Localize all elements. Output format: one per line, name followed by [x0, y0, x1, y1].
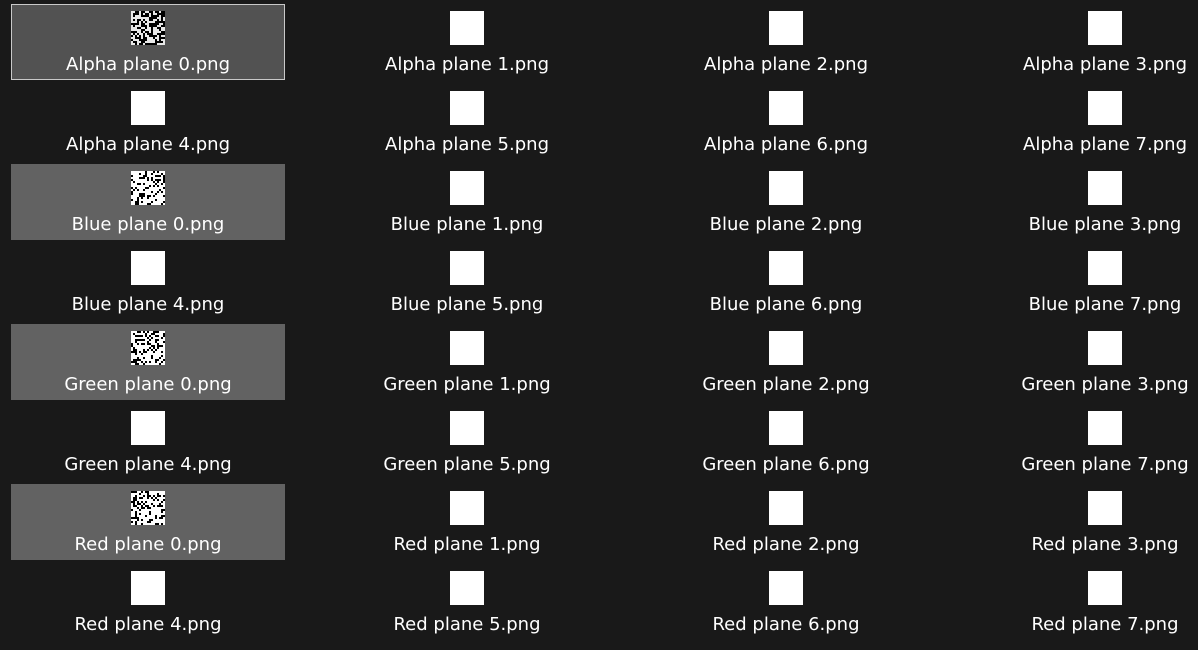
file-name-label: Alpha plane 2.png: [704, 54, 868, 75]
file-item[interactable]: Alpha plane 4.png: [11, 84, 285, 160]
file-thumbnail-icon: [450, 251, 484, 285]
file-name-label: Red plane 2.png: [712, 534, 860, 555]
file-thumbnail-icon: [450, 331, 484, 365]
file-name-label: Blue plane 2.png: [709, 214, 863, 235]
file-name-label: Green plane 7.png: [1021, 454, 1189, 475]
file-name-label: Alpha plane 0.png: [66, 54, 230, 75]
file-name-label: Green plane 0.png: [64, 374, 232, 395]
file-item[interactable]: Green plane 2.png: [649, 324, 923, 400]
file-item[interactable]: Green plane 1.png: [330, 324, 604, 400]
file-item[interactable]: Red plane 7.png: [968, 564, 1198, 640]
file-item[interactable]: Blue plane 1.png: [330, 164, 604, 240]
file-name-label: Blue plane 6.png: [709, 294, 863, 315]
file-name-label: Red plane 5.png: [393, 614, 541, 635]
file-item[interactable]: Blue plane 2.png: [649, 164, 923, 240]
file-thumbnail-icon: [1088, 491, 1122, 525]
file-thumbnail-icon: [450, 571, 484, 605]
file-name-label: Red plane 4.png: [74, 614, 222, 635]
file-name-label: Green plane 5.png: [383, 454, 551, 475]
file-thumbnail-icon: [131, 251, 165, 285]
file-item[interactable]: Red plane 6.png: [649, 564, 923, 640]
file-thumbnail-icon: [131, 491, 165, 525]
file-item[interactable]: Green plane 4.png: [11, 404, 285, 480]
file-name-label: Blue plane 7.png: [1028, 294, 1182, 315]
file-name-label: Green plane 2.png: [702, 374, 870, 395]
file-item[interactable]: Alpha plane 3.png: [968, 4, 1198, 80]
file-item[interactable]: Alpha plane 5.png: [330, 84, 604, 160]
file-name-label: Blue plane 3.png: [1028, 214, 1182, 235]
file-item[interactable]: Red plane 4.png: [11, 564, 285, 640]
file-thumbnail-icon: [131, 411, 165, 445]
file-item[interactable]: Alpha plane 7.png: [968, 84, 1198, 160]
file-thumbnail-icon: [131, 91, 165, 125]
file-thumbnail-icon: [769, 411, 803, 445]
file-name-label: Red plane 1.png: [393, 534, 541, 555]
file-thumbnail-icon: [131, 331, 165, 365]
file-name-label: Blue plane 5.png: [390, 294, 544, 315]
file-item[interactable]: Blue plane 5.png: [330, 244, 604, 320]
file-name-label: Red plane 0.png: [74, 534, 222, 555]
file-thumbnail-icon: [450, 491, 484, 525]
file-item[interactable]: Red plane 1.png: [330, 484, 604, 560]
file-item[interactable]: Red plane 3.png: [968, 484, 1198, 560]
file-thumbnail-icon: [450, 411, 484, 445]
file-thumbnail-icon: [769, 91, 803, 125]
file-item[interactable]: Alpha plane 2.png: [649, 4, 923, 80]
file-thumbnail-icon: [769, 11, 803, 45]
file-thumbnail-icon: [450, 171, 484, 205]
file-thumbnail-icon: [1088, 171, 1122, 205]
file-name-label: Red plane 6.png: [712, 614, 860, 635]
file-name-label: Green plane 3.png: [1021, 374, 1189, 395]
file-grid: Alpha plane 0.png Alpha plane 1.png Alpha …: [0, 0, 1198, 650]
file-name-label: Alpha plane 5.png: [385, 134, 549, 155]
file-thumbnail-icon: [1088, 571, 1122, 605]
file-item[interactable]: Blue plane 6.png: [649, 244, 923, 320]
file-thumbnail-icon: [1088, 91, 1122, 125]
file-item[interactable]: Green plane 7.png: [968, 404, 1198, 480]
file-thumbnail-icon: [1088, 11, 1122, 45]
file-thumbnail-icon: [769, 331, 803, 365]
file-item[interactable]: Blue plane 7.png: [968, 244, 1198, 320]
file-item[interactable]: Blue plane 0.png: [11, 164, 285, 240]
file-thumbnail-icon: [769, 491, 803, 525]
file-item[interactable]: Blue plane 4.png: [11, 244, 285, 320]
file-name-label: Green plane 1.png: [383, 374, 551, 395]
file-thumbnail-icon: [1088, 251, 1122, 285]
file-item[interactable]: Green plane 5.png: [330, 404, 604, 480]
file-name-label: Alpha plane 6.png: [704, 134, 868, 155]
file-item[interactable]: Green plane 3.png: [968, 324, 1198, 400]
file-item[interactable]: Red plane 2.png: [649, 484, 923, 560]
file-name-label: Red plane 7.png: [1031, 614, 1179, 635]
file-item[interactable]: Red plane 0.png: [11, 484, 285, 560]
file-name-label: Green plane 4.png: [64, 454, 232, 475]
file-name-label: Red plane 3.png: [1031, 534, 1179, 555]
file-name-label: Blue plane 4.png: [71, 294, 225, 315]
file-thumbnail-icon: [450, 91, 484, 125]
file-name-label: Alpha plane 7.png: [1023, 134, 1187, 155]
file-item[interactable]: Blue plane 3.png: [968, 164, 1198, 240]
file-item[interactable]: Green plane 0.png: [11, 324, 285, 400]
file-item[interactable]: Green plane 6.png: [649, 404, 923, 480]
file-name-label: Alpha plane 3.png: [1023, 54, 1187, 75]
file-name-label: Alpha plane 4.png: [66, 134, 230, 155]
file-thumbnail-icon: [769, 171, 803, 205]
file-item[interactable]: Alpha plane 6.png: [649, 84, 923, 160]
file-name-label: Blue plane 1.png: [390, 214, 544, 235]
file-item[interactable]: Alpha plane 1.png: [330, 4, 604, 80]
file-name-label: Blue plane 0.png: [71, 214, 225, 235]
file-thumbnail-icon: [450, 11, 484, 45]
file-thumbnail-icon: [769, 571, 803, 605]
file-name-label: Alpha plane 1.png: [385, 54, 549, 75]
file-name-label: Green plane 6.png: [702, 454, 870, 475]
file-thumbnail-icon: [131, 571, 165, 605]
file-thumbnail-icon: [131, 11, 165, 45]
file-thumbnail-icon: [131, 171, 165, 205]
file-thumbnail-icon: [1088, 331, 1122, 365]
file-thumbnail-icon: [769, 251, 803, 285]
file-item[interactable]: Red plane 5.png: [330, 564, 604, 640]
file-thumbnail-icon: [1088, 411, 1122, 445]
file-item[interactable]: Alpha plane 0.png: [11, 4, 285, 80]
